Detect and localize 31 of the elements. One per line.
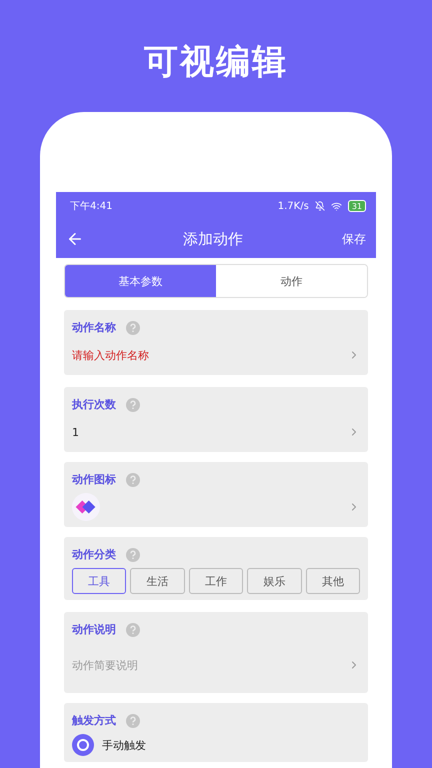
help-icon[interactable]	[126, 548, 140, 562]
field-label: 动作图标	[72, 472, 116, 487]
back-icon[interactable]	[66, 230, 84, 248]
bell-off-icon	[314, 201, 325, 211]
help-icon[interactable]	[126, 398, 140, 412]
page-title: 添加动作	[182, 230, 244, 248]
field-label: 动作说明	[72, 622, 116, 637]
field-value[interactable]: 1	[72, 426, 348, 438]
field-value[interactable]: 请输入动作名称	[72, 348, 348, 362]
battery-level: 31	[348, 200, 366, 212]
help-icon[interactable]	[126, 320, 140, 334]
help-icon[interactable]	[126, 622, 140, 636]
field-label: 触发方式	[72, 713, 116, 728]
field-label: 执行次数	[72, 397, 116, 412]
save-button[interactable]: 保存	[342, 230, 366, 248]
wifi-icon	[330, 200, 342, 212]
help-icon[interactable]	[126, 714, 140, 728]
help-icon[interactable]	[126, 472, 140, 486]
headline: 可视编辑	[144, 41, 288, 84]
field-label: 动作分类	[72, 547, 116, 562]
network-speed: 1.7K/s	[278, 200, 309, 212]
category-chip[interactable]: 其他	[306, 568, 360, 594]
status-time: 下午4:41	[70, 200, 114, 213]
trigger-option[interactable]: 手动触发	[102, 738, 360, 752]
field-label: 动作名称	[72, 320, 116, 335]
category-chip[interactable]: 娱乐	[247, 568, 302, 594]
tab[interactable]: 基本参数	[65, 265, 216, 297]
category-chip[interactable]: 工作	[188, 568, 244, 594]
diamond-logo-icon[interactable]	[72, 493, 100, 521]
category-chip[interactable]: 工具	[72, 568, 126, 594]
category-chip[interactable]: 生活	[130, 568, 185, 594]
